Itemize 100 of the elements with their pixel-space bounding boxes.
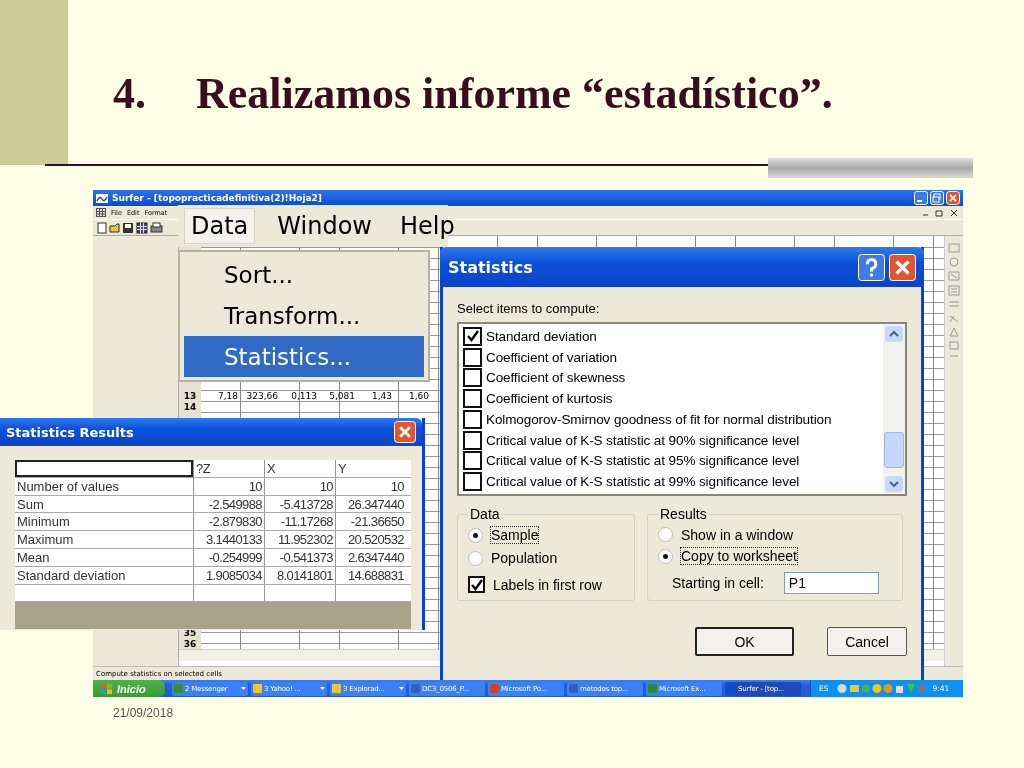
checkbox[interactable] [463,368,482,388]
app-icon [96,193,108,203]
checkbox-label: Labels in first row [493,576,602,593]
checkbox-label: Coefficient of skewness [486,370,626,386]
checkbox[interactable] [463,472,482,492]
table-cell: -21.36650 [335,513,406,531]
minimize-button[interactable] [914,191,928,205]
cancel-button[interactable]: Cancel [827,627,907,656]
restore-button[interactable] [930,191,944,205]
table-cell: 11.952302 [264,531,335,548]
table-cell: 10 [335,477,406,495]
field-label: Starting in cell: [672,575,764,591]
table-cell-text: 7,18 [216,391,239,402]
caret-icon [399,687,404,690]
row-label: Minimum [16,513,71,531]
column-header: ?Z [193,460,264,477]
checkbox[interactable] [463,430,482,450]
menu-item[interactable]: Statistics... [184,336,424,377]
scroll-up-icon[interactable] [885,326,903,342]
option-label: Population [491,550,558,566]
group-title: Results [659,506,708,522]
checkbox[interactable] [463,389,482,409]
menu-item[interactable]: Help [393,209,461,243]
table-cell: -0.541373 [264,549,335,566]
slide-number: 4. [113,68,146,119]
scrollbar[interactable] [883,324,905,494]
checkbox-label: Coefficient of kurtosis [486,391,613,407]
option-label: Show in a window [681,526,794,543]
slide-date: 21/09/2018 [113,706,174,720]
windows-flag-icon [101,683,112,694]
caret-icon [320,687,325,690]
app-icon [174,684,183,693]
checkbox-label: Kolmogorov-Smirnov goodness of fit for normal distribution [486,411,832,427]
table-cell: 14.688831 [335,566,406,584]
ok-button[interactable]: OK [695,627,794,656]
prompt-label: Select items to compute: [457,301,601,316]
close-button[interactable] [394,421,416,443]
table-cell-text: 1,60 [407,391,430,402]
menu-item[interactable]: Transform... [184,295,424,337]
table-cell: 3.1440133 [193,531,264,548]
scroll-thumb[interactable] [884,432,904,468]
table-cell: -11.17268 [264,513,335,531]
app-icon [332,684,341,693]
table-cell: 10 [264,477,335,495]
menu-item[interactable]: Sort... [184,255,424,296]
checkbox-label: Standard deviation [486,328,597,344]
table-cell: 26.347440 [335,495,406,513]
group-title: Data [469,506,501,522]
slide-title: Realizamos informe “estadístico”. [196,68,833,119]
checkbox[interactable] [463,409,482,429]
checkbox-label: Coefficient of variation [486,349,617,365]
app-icon [253,684,262,693]
option-label: Copy to worksheet [681,548,797,565]
row-label: Number of values [16,477,120,495]
menu-item[interactable]: Window [271,209,378,243]
checkbox[interactable] [463,326,482,346]
row-label: Standard deviation [16,566,127,584]
table-cell-text: 5,081 [328,391,356,402]
table-cell: 20.520532 [335,531,406,548]
checkbox-label: Critical value of K-S statistic at 95% significance level [486,453,800,469]
help-button[interactable] [858,253,885,281]
table-cell: 10 [193,477,264,495]
app-icon [411,684,420,693]
table-cell: -0.254999 [193,549,264,566]
table-cell: -2.549988 [193,495,264,513]
table-cell: -5.413728 [264,495,335,513]
close-button[interactable] [889,253,916,281]
window-title: Surfer - [topopracticadefinitiva(2)!Hoja2] [112,193,322,203]
grid-icon [96,208,106,217]
checkbox[interactable] [463,451,482,471]
scroll-down-icon[interactable] [885,476,903,492]
dialog-title: Statistics [448,257,533,277]
window-controls-icon [920,208,960,217]
menu-item[interactable]: Data [184,208,256,244]
checkbox-label: Critical value of K-S statistic at 99% significance level [486,474,800,490]
app-icon [569,684,578,693]
table-cell: 2.6347440 [335,549,406,566]
radio-button[interactable] [658,548,673,564]
checkbox[interactable] [463,347,482,367]
app-icon [490,684,499,693]
table-cell-text: 0,113 [290,391,318,402]
checkbox-label: Critical value of K-S statistic at 90% significance level [486,432,800,448]
close-button[interactable] [946,191,960,205]
radio-button[interactable] [658,527,673,543]
cell-field[interactable]: P1 [783,572,879,594]
column-header: Y [335,460,406,477]
start-label: Inicio [117,682,146,695]
app-icon [727,684,736,693]
table-cell-text: 323,66 [245,391,279,402]
check-icon [464,328,481,345]
caret-icon [241,687,246,690]
row-label: Maximum [16,531,75,548]
active-cell[interactable] [15,460,193,477]
radio-button[interactable] [468,550,483,566]
table-cell: -2.879830 [193,513,264,531]
table-cell: 1.9085034 [193,566,264,584]
app-icon [648,684,657,693]
row-label: Sum [16,495,45,513]
checkbox[interactable] [468,576,485,594]
radio-button[interactable] [468,527,483,543]
